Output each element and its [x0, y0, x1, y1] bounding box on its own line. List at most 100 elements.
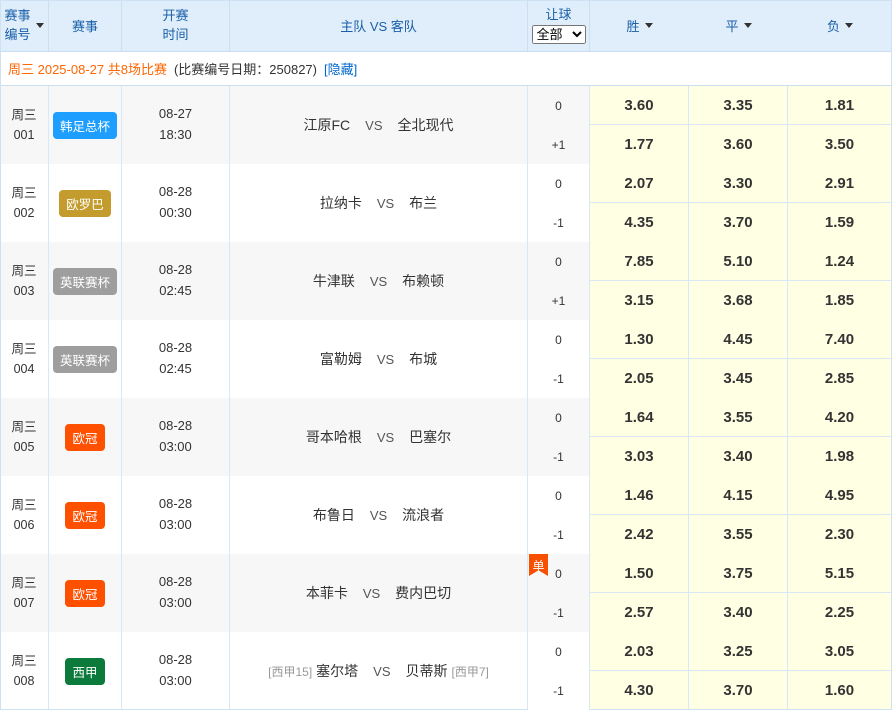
- win-odds-column: 7.85 3.15: [590, 242, 689, 320]
- odds-win-line-1[interactable]: 2.42: [590, 515, 688, 554]
- draw-odds-column: 4.15 3.55: [689, 476, 788, 554]
- sort-arrow-icon: [36, 23, 44, 28]
- odds-lose-line-1[interactable]: 3.50: [788, 125, 891, 164]
- handicap-line-1: -1: [528, 593, 589, 632]
- odds-win-line-0[interactable]: 1.46: [590, 476, 688, 515]
- hide-link[interactable]: [隐藏]: [324, 59, 357, 78]
- home-team: 江原FC: [303, 115, 350, 135]
- odds-win-line-0[interactable]: 3.60: [590, 86, 688, 125]
- odds-draw-line-1[interactable]: 3.40: [689, 593, 787, 632]
- away-team: 全北现代: [398, 115, 454, 135]
- odds-lose-line-0[interactable]: 2.91: [788, 164, 891, 203]
- odds-lose-line-1[interactable]: 2.25: [788, 593, 891, 632]
- odds-win-line-1[interactable]: 2.57: [590, 593, 688, 632]
- odds-win-line-0[interactable]: 1.64: [590, 398, 688, 437]
- odds-lose-line-0[interactable]: 7.40: [788, 320, 891, 359]
- match-time: 08-28 02:45: [122, 242, 230, 320]
- odds-draw-line-1[interactable]: 3.45: [689, 359, 787, 398]
- match-row: 周三 006 欧冠 08-28 03:00 布鲁日 VS 流浪者 单 0 -1 …: [0, 476, 892, 554]
- match-time: 08-28 02:45: [122, 320, 230, 398]
- odds-draw-line-0[interactable]: 4.15: [689, 476, 787, 515]
- odds-win-line-1[interactable]: 3.15: [590, 281, 688, 320]
- match-number: 周三 002: [0, 164, 49, 242]
- header-draw[interactable]: 平: [689, 0, 788, 51]
- odds-win-line-1[interactable]: 4.30: [590, 671, 688, 710]
- odds-draw-line-1[interactable]: 3.55: [689, 515, 787, 554]
- odds-lose-line-0[interactable]: 3.05: [788, 632, 891, 671]
- odds-lose-line-1[interactable]: 2.85: [788, 359, 891, 398]
- match-number: 周三 004: [0, 320, 49, 398]
- odds-draw-line-1[interactable]: 3.70: [689, 203, 787, 242]
- odds-lose-line-0[interactable]: 5.15: [788, 554, 891, 593]
- odds-draw-line-0[interactable]: 3.35: [689, 86, 787, 125]
- match-teams: 布鲁日 VS 流浪者: [230, 476, 528, 554]
- odds-draw-line-1[interactable]: 3.68: [689, 281, 787, 320]
- league-badge: 欧冠: [65, 502, 104, 529]
- vs-label: VS: [377, 430, 394, 445]
- odds-draw-line-1[interactable]: 3.40: [689, 437, 787, 476]
- away-team: 流浪者: [402, 505, 444, 525]
- odds-lose-line-1[interactable]: 2.30: [788, 515, 891, 554]
- sort-arrow-icon: [845, 23, 853, 28]
- odds-lose-line-0[interactable]: 4.20: [788, 398, 891, 437]
- odds-win-line-1[interactable]: 4.35: [590, 203, 688, 242]
- header-lose[interactable]: 负: [788, 0, 892, 51]
- header-win[interactable]: 胜: [590, 0, 689, 51]
- league-badge: 韩足总杯: [53, 112, 117, 139]
- header-competition: 赛事: [49, 0, 122, 51]
- draw-odds-column: 3.35 3.60: [689, 86, 788, 164]
- odds-lose-line-0[interactable]: 1.81: [788, 86, 891, 125]
- lose-odds-column: 3.05 1.60: [788, 632, 892, 710]
- odds-lose-line-0[interactable]: 4.95: [788, 476, 891, 515]
- league-badge: 欧冠: [65, 424, 104, 451]
- odds-win-line-0[interactable]: 2.03: [590, 632, 688, 671]
- match-rows: 周三 001 韩足总杯 08-27 18:30 江原FC VS 全北现代 单 0…: [0, 86, 892, 710]
- odds-lose-line-0[interactable]: 1.24: [788, 242, 891, 281]
- odds-draw-line-0[interactable]: 3.25: [689, 632, 787, 671]
- home-rank: [西甲15]: [268, 663, 312, 680]
- handicap-cell: 单 0 +1: [528, 86, 590, 164]
- odds-draw-line-1[interactable]: 3.60: [689, 125, 787, 164]
- vs-label: VS: [370, 508, 387, 523]
- odds-lose-line-1[interactable]: 1.85: [788, 281, 891, 320]
- lose-odds-column: 1.24 1.85: [788, 242, 892, 320]
- odds-win-line-0[interactable]: 7.85: [590, 242, 688, 281]
- handicap-filter-select[interactable]: 全部: [532, 25, 586, 44]
- vs-label: VS: [377, 352, 394, 367]
- odds-lose-line-1[interactable]: 1.59: [788, 203, 891, 242]
- header-match-number[interactable]: 赛事 编号: [0, 0, 49, 51]
- lose-odds-column: 5.15 2.25: [788, 554, 892, 632]
- match-number: 周三 003: [0, 242, 49, 320]
- header-handicap: 让球 全部: [528, 0, 590, 51]
- odds-lose-line-1[interactable]: 1.60: [788, 671, 891, 710]
- odds-win-line-1[interactable]: 2.05: [590, 359, 688, 398]
- date-bar: 周三 2025-08-27 共8场比赛 (比赛编号日期：250827) [隐藏]: [0, 52, 892, 86]
- home-team: 富勒姆: [320, 349, 362, 369]
- win-odds-column: 1.46 2.42: [590, 476, 689, 554]
- handicap-line-1: +1: [528, 125, 589, 164]
- odds-draw-line-1[interactable]: 3.70: [689, 671, 787, 710]
- odds-draw-line-0[interactable]: 5.10: [689, 242, 787, 281]
- odds-draw-line-0[interactable]: 3.55: [689, 398, 787, 437]
- match-row: 周三 008 西甲 08-28 03:00 [西甲15] 塞尔塔 VS 贝蒂斯 …: [0, 632, 892, 710]
- odds-draw-line-0[interactable]: 4.45: [689, 320, 787, 359]
- odds-draw-line-0[interactable]: 3.30: [689, 164, 787, 203]
- odds-win-line-0[interactable]: 1.50: [590, 554, 688, 593]
- odds-lose-line-1[interactable]: 1.98: [788, 437, 891, 476]
- win-odds-column: 3.60 1.77: [590, 86, 689, 164]
- away-team: 布赖顿: [402, 271, 444, 291]
- draw-odds-column: 3.25 3.70: [689, 632, 788, 710]
- vs-label: VS: [377, 196, 394, 211]
- odds-win-line-0[interactable]: 2.07: [590, 164, 688, 203]
- draw-odds-column: 3.30 3.70: [689, 164, 788, 242]
- lose-odds-column: 7.40 2.85: [788, 320, 892, 398]
- handicap-line-1: -1: [528, 203, 589, 242]
- win-odds-column: 2.07 4.35: [590, 164, 689, 242]
- odds-win-line-1[interactable]: 1.77: [590, 125, 688, 164]
- vs-label: VS: [363, 586, 380, 601]
- handicap-label: 让球: [545, 7, 571, 24]
- home-team: 本菲卡: [306, 583, 348, 603]
- odds-draw-line-0[interactable]: 3.75: [689, 554, 787, 593]
- odds-win-line-0[interactable]: 1.30: [590, 320, 688, 359]
- odds-win-line-1[interactable]: 3.03: [590, 437, 688, 476]
